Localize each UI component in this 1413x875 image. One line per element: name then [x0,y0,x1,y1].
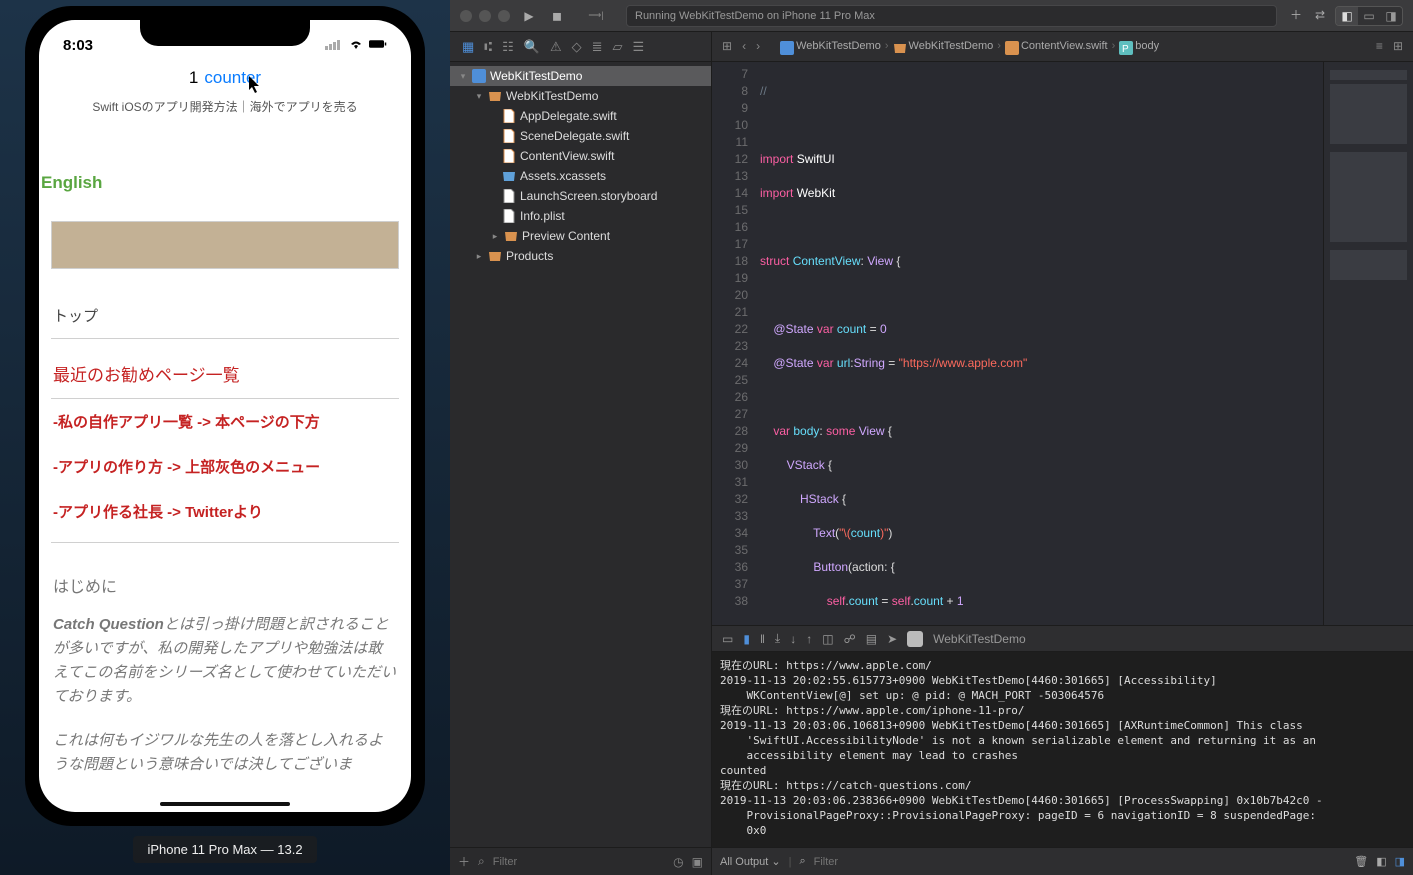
battery-icon [369,37,387,54]
notch [140,20,310,46]
issue-nav-icon[interactable]: ⚠ [550,39,562,55]
back-button[interactable]: ‹ [742,39,746,53]
language-link[interactable]: English [39,173,411,193]
link-howto[interactable]: -アプリの作り方 -> 上部灰色のメニュー [39,444,411,489]
dbg-env-icon[interactable]: ▤ [866,632,877,646]
console-filter-icon: ⌕ [799,855,805,868]
add-file-icon[interactable]: ＋ [458,853,470,870]
run-button[interactable]: ▶ [520,7,538,25]
report-nav-icon[interactable]: ☰ [633,39,645,55]
counter-button[interactable]: counter [204,68,261,88]
minimap[interactable] [1323,62,1413,625]
dbg-viewdbg-icon[interactable]: ◫ [822,632,833,646]
svg-text:P: P [1122,44,1129,55]
forward-button[interactable]: › [756,39,760,53]
jump-bar[interactable]: WebKitTestDemo› WebKitTestDemo› ContentV… [770,40,1169,52]
editor-options-icon[interactable]: ≡ [1376,39,1383,53]
line-gutter: 7891011121314151617181920212223242526272… [712,62,756,625]
dbg-breakpoints-icon[interactable]: ▮ [743,632,750,646]
dbg-stepout-icon[interactable]: ↑ [806,632,812,646]
file-scenedelegate[interactable]: SceneDelegate.swift [520,129,629,143]
file-contentview[interactable]: ContentView.swift [520,149,615,163]
toggle-debug-icon[interactable]: ▭ [1358,7,1380,25]
clear-console-icon[interactable]: 🗑 [1354,855,1368,868]
tree-group[interactable]: WebKitTestDemo [506,89,598,103]
scheme-selector[interactable]: ⟶| [576,7,616,25]
project-nav-icon[interactable]: ▦ [462,39,474,55]
dbg-location-icon[interactable]: ➤ [887,632,897,646]
code-area[interactable]: // import SwiftUI import WebKit struct C… [756,62,1323,625]
dbg-hide-icon[interactable]: ▭ [722,632,733,646]
dbg-stepin-icon[interactable]: ↓ [790,632,796,646]
console-pane-left-icon[interactable]: ◧ [1376,855,1386,868]
simulator-title: iPhone 11 Pro Max — 13.2 [133,836,316,863]
filter-icon: ⌕ [478,854,485,869]
toggle-inspector-icon[interactable]: ◨ [1380,7,1402,25]
test-nav-icon[interactable]: ◇ [572,39,582,55]
file-launchscreen[interactable]: LaunchScreen.storyboard [520,189,657,203]
wifi-icon [347,37,365,54]
debug-process-name[interactable]: WebKitTestDemo [933,632,1025,646]
intro-heading: はじめに [39,543,411,613]
code-review-button[interactable]: ⇄ [1311,6,1329,24]
file-infoplist[interactable]: Info.plist [520,209,565,223]
section-heading: 最近のお勧めページ一覧 [39,339,411,398]
link-twitter[interactable]: -アプリ作る社長 -> Twitterより [39,489,411,534]
folder-products[interactable]: Products [506,249,553,263]
iphone-screen: 8:03 1 counter Swift iOSのアプリ開発方法｜海外でアプリを… [39,20,411,812]
library-button[interactable]: ＋ [1287,6,1305,24]
xcode-toolbar: ▶ ◼ ⟶| Running WebKitTestDemo on iPhone … [450,0,1413,32]
debug-area: ▭ ▮ ‖ ⤓ ↓ ↑ ◫ ☍ ▤ ➤ WebKitTestDemo 現在のUR… [712,625,1413,875]
dbg-memgraph-icon[interactable]: ☍ [844,632,856,646]
intro-para-1: Catch Questionとは引っ掛け問題と訳されることが多いですが、私の開発… [39,613,411,709]
navigator-tabs[interactable]: ▦ ⑆ ☷ 🔍 ⚠ ◇ ≣ ▱ ☰ [450,32,712,61]
scm-filter-icon[interactable]: ▣ [692,855,703,869]
home-indicator [160,802,290,806]
stop-button[interactable]: ◼ [548,7,566,25]
clock-filter-icon[interactable]: ◷ [673,855,683,869]
clock: 8:03 [63,37,93,54]
source-control-nav-icon[interactable]: ⑆ [484,39,492,54]
toggle-navigator-icon[interactable]: ◧ [1336,7,1358,25]
add-editor-icon[interactable]: ⊞ [1393,39,1403,53]
dbg-app-icon [907,631,923,647]
folder-preview[interactable]: Preview Content [522,229,610,243]
output-selector[interactable]: All Output ⌄ [720,855,781,868]
console-output[interactable]: 現在のURL: https://www.apple.com/ 2019-11-1… [712,652,1413,847]
dbg-stepover-icon[interactable]: ⤓ [775,631,780,646]
iphone-frame: 8:03 1 counter Swift iOSのアプリ開発方法｜海外でアプリを… [25,6,425,826]
count-label: 1 [189,68,198,88]
project-navigator[interactable]: ▾WebKitTestDemo ▾WebKitTestDemo AppDeleg… [450,62,712,875]
page-subtitle: Swift iOSのアプリ開発方法｜海外でアプリを売る [39,98,411,115]
file-appdelegate[interactable]: AppDelegate.swift [520,109,617,123]
navigator-filter[interactable] [493,856,665,868]
file-assets[interactable]: Assets.xcassets [520,169,606,183]
tree-root[interactable]: WebKitTestDemo [490,69,582,83]
source-editor[interactable]: 7891011121314151617181920212223242526272… [712,62,1413,625]
find-nav-icon[interactable]: 🔍 [524,39,540,55]
activity-viewer: Running WebKitTestDemo on iPhone 11 Pro … [626,5,1277,27]
symbol-nav-icon[interactable]: ☷ [502,39,514,55]
debug-nav-icon[interactable]: ≣ [592,39,603,55]
signal-icon [325,37,343,54]
breakpoint-nav-icon[interactable]: ▱ [613,39,623,55]
breadcrumb-top[interactable]: トップ [39,269,411,338]
console-pane-right-icon[interactable]: ◨ [1395,855,1405,868]
window-traffic-lights[interactable] [460,10,510,22]
dbg-continue-icon[interactable]: ‖ [760,632,765,646]
console-filter[interactable] [814,856,1214,868]
intro-para-2: これは何もイジワルな先生の人を落とし入れるような問題という意味合いでは決してござ… [39,729,411,777]
banner-box [51,221,399,269]
panel-toggles[interactable]: ◧ ▭ ◨ [1335,6,1403,26]
link-myapps[interactable]: -私の自作アプリ一覧 -> 本ページの下方 [39,399,411,444]
related-items-icon[interactable]: ⊞ [722,39,732,53]
